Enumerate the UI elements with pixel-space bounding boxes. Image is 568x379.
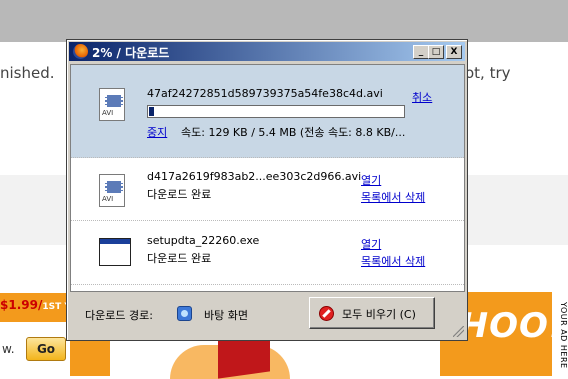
- window-titlebar[interactable]: 2% / 다운로드 _ □ X: [69, 42, 465, 61]
- open-link[interactable]: 열기: [361, 236, 381, 252]
- clear-all-label: 모두 비우기 (C): [342, 308, 416, 321]
- ad-go-button[interactable]: Go: [26, 337, 66, 361]
- desktop-icon[interactable]: [177, 306, 192, 321]
- page-text-left: nished.: [0, 64, 55, 82]
- download-filename: setupdta_22260.exe: [147, 234, 260, 247]
- clear-all-button[interactable]: 모두 비우기 (C): [309, 297, 435, 329]
- download-path-value[interactable]: 바탕 화면: [204, 307, 248, 323]
- download-progress-bar: [147, 105, 405, 118]
- download-status: 다운로드 완료: [147, 252, 212, 265]
- minimize-button[interactable]: _: [413, 45, 429, 59]
- avi-file-icon: AVI: [99, 174, 125, 207]
- download-status: 다운로드 완료: [147, 188, 212, 201]
- avi-file-icon: AVI: [99, 88, 125, 121]
- remove-from-list-link[interactable]: 목록에서 삭제: [361, 189, 425, 205]
- window-title: 2% / 다운로드: [92, 46, 170, 60]
- download-progress-fill: [149, 107, 154, 116]
- browser-toolbar-background: [0, 0, 568, 42]
- resize-grip-icon[interactable]: [453, 326, 464, 337]
- download-speed-text: 속도: 129 KB / 5.4 MB (전송 속도: 8.8 KB/...: [181, 126, 406, 139]
- open-link[interactable]: 열기: [361, 172, 381, 188]
- firefox-icon: [73, 44, 88, 59]
- download-item[interactable]: setupdta_22260.exe 다운로드 완료 열기 목록에서 삭제: [71, 220, 464, 285]
- download-filename: 47af24272851d589739375a54fe38c4d.avi: [147, 87, 383, 100]
- ad-price-value: $1.99/: [0, 298, 43, 312]
- page-text-right: ot, try: [465, 64, 511, 82]
- remove-from-list-link[interactable]: 목록에서 삭제: [361, 253, 425, 269]
- download-item-active[interactable]: AVI 47af24272851d589739375a54fe38c4d.avi…: [71, 65, 464, 158]
- maximize-button[interactable]: □: [428, 45, 444, 59]
- download-filename: d417a2619f983ab2...ee303c2d966.avi: [147, 170, 362, 183]
- download-item[interactable]: AVI d417a2619f983ab2...ee303c2d966.avi 다…: [71, 157, 464, 221]
- clear-icon: [319, 306, 334, 321]
- pause-link[interactable]: 중지: [147, 124, 167, 140]
- exe-window-icon: [99, 234, 131, 266]
- ad-price: $1.99/1ST Y: [0, 298, 71, 312]
- cancel-link[interactable]: 취소: [412, 89, 432, 105]
- download-path-label: 다운로드 경로:: [85, 309, 153, 322]
- downloads-footer: 다운로드 경로: 바탕 화면 모두 비우기 (C): [67, 292, 467, 340]
- close-button[interactable]: X: [446, 45, 462, 59]
- downloads-list[interactable]: AVI 47af24272851d589739375a54fe38c4d.avi…: [70, 64, 465, 292]
- ad-vertical-label: YOUR AD HERE: [559, 301, 568, 369]
- ad-text-w: w.: [2, 342, 15, 356]
- downloads-window: 2% / 다운로드 _ □ X AVI 47af24272851d5897393…: [66, 39, 468, 341]
